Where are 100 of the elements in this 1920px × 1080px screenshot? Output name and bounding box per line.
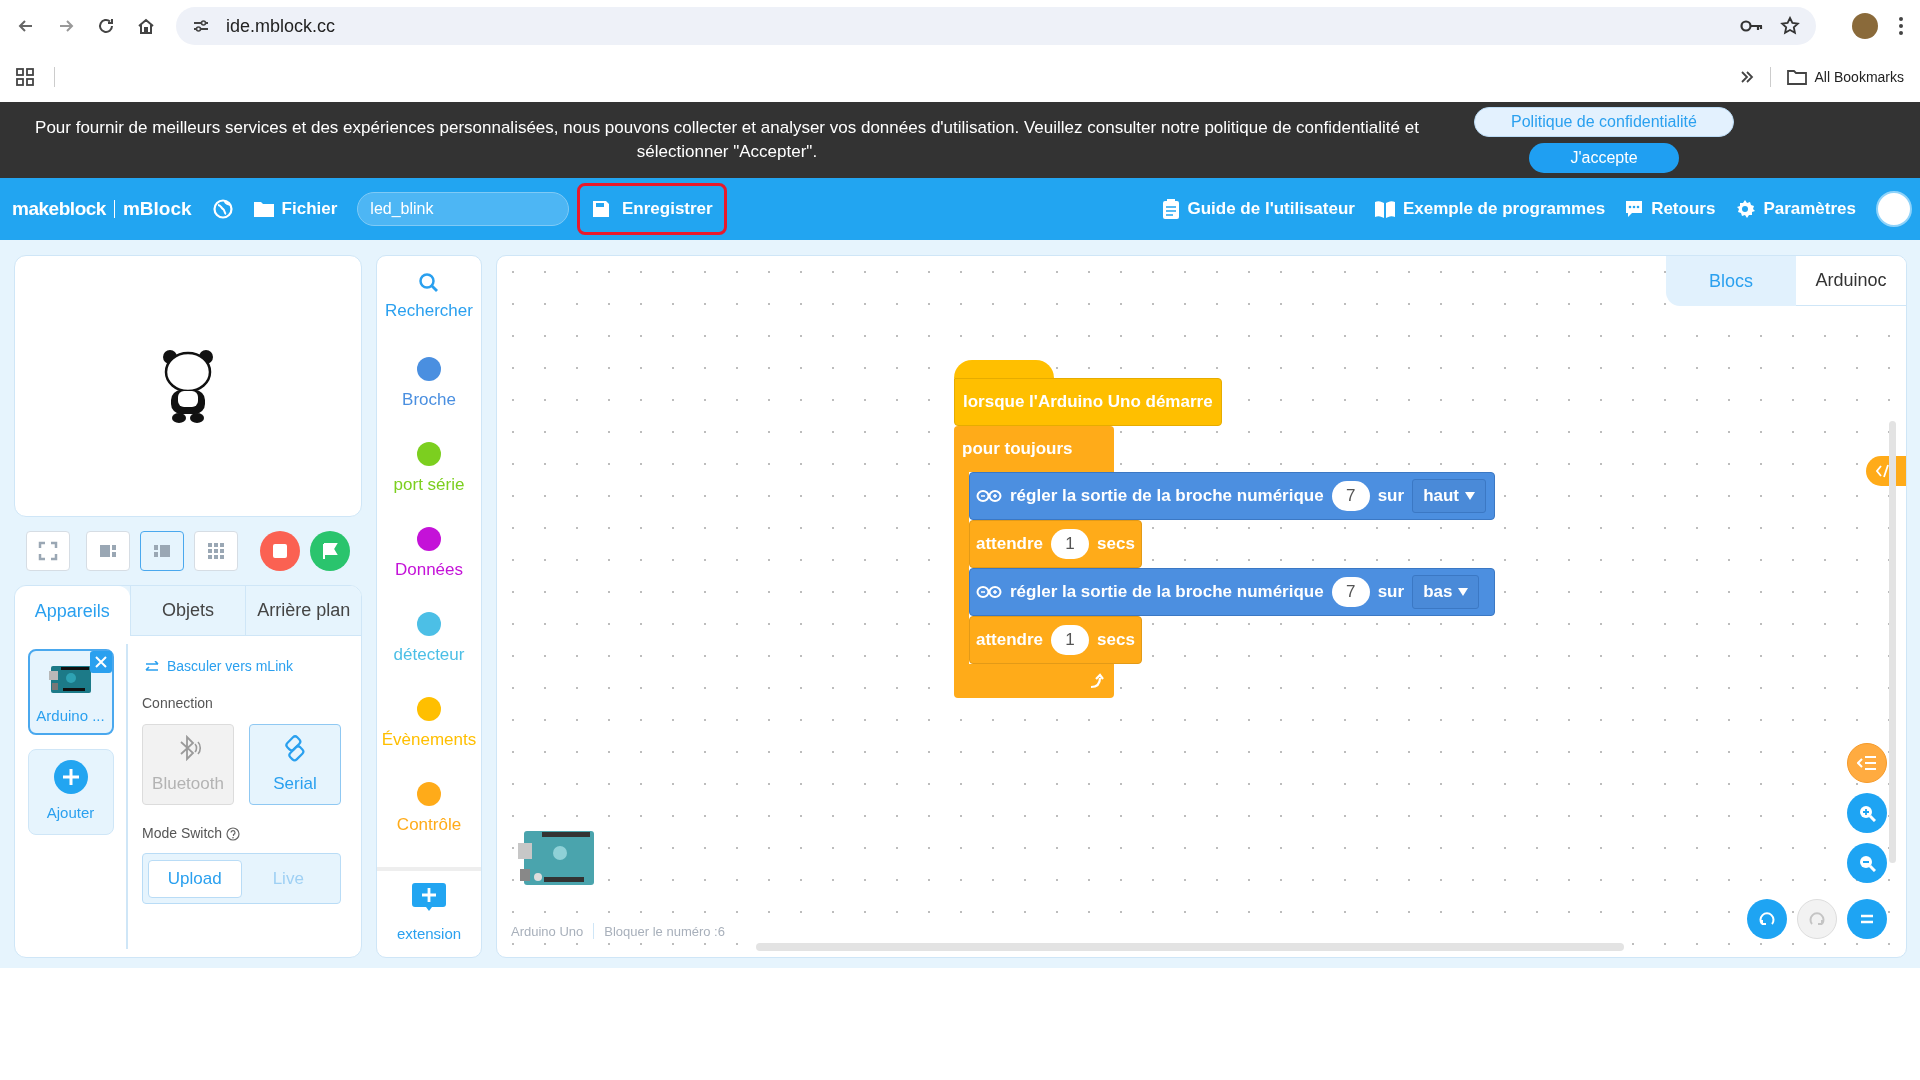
category-item[interactable]: port série bbox=[393, 472, 465, 498]
apps-grid-icon[interactable] bbox=[16, 68, 34, 86]
help-icon[interactable] bbox=[226, 826, 241, 841]
key-icon[interactable] bbox=[1740, 18, 1764, 34]
header-link[interactable]: Retours bbox=[1625, 196, 1716, 222]
globe-icon[interactable] bbox=[211, 198, 234, 220]
category-item[interactable]: Contrôle bbox=[396, 812, 462, 838]
folder-icon bbox=[253, 201, 274, 217]
number-input[interactable]: 7 bbox=[1331, 481, 1370, 511]
star-icon[interactable] bbox=[1780, 16, 1800, 36]
address-bar[interactable]: ide.mblock.cc bbox=[176, 7, 1816, 45]
editor-tab[interactable]: Arduinoc bbox=[1796, 256, 1906, 306]
zoom-in-icon bbox=[1858, 804, 1876, 822]
block-text: attendre bbox=[976, 533, 1044, 556]
collapse-button[interactable] bbox=[1847, 743, 1887, 783]
user-avatar[interactable] bbox=[1876, 191, 1912, 227]
block-text: sur bbox=[1377, 581, 1405, 604]
profile-avatar[interactable] bbox=[1852, 13, 1878, 39]
undo-icon bbox=[1758, 910, 1776, 928]
horizontal-scrollbar[interactable] bbox=[756, 943, 1624, 951]
device-name: Arduino Uno bbox=[511, 922, 584, 941]
infinity-icon bbox=[976, 489, 1002, 503]
zoom-out-button[interactable] bbox=[1847, 843, 1887, 883]
grid-layout-icon bbox=[205, 540, 227, 562]
close-icon[interactable] bbox=[89, 651, 112, 673]
vertical-scrollbar[interactable] bbox=[1889, 421, 1896, 863]
search-icon bbox=[418, 272, 440, 294]
device-card[interactable]: Arduino ... bbox=[27, 649, 114, 735]
mode-option[interactable]: Upload bbox=[148, 859, 242, 898]
dropdown[interactable]: haut bbox=[1412, 479, 1486, 513]
header-link[interactable]: Exemple de programmes bbox=[1374, 196, 1606, 222]
header-link[interactable]: Paramètres bbox=[1735, 196, 1856, 222]
layout-button[interactable] bbox=[140, 531, 184, 571]
category-item[interactable]: détecteur bbox=[393, 642, 465, 668]
reload-icon[interactable] bbox=[96, 16, 116, 36]
hat-block[interactable]: lorsque l'Arduino Uno démarre bbox=[954, 378, 1222, 426]
project-name-field[interactable]: led_blink bbox=[357, 192, 570, 226]
save-button[interactable]: Enregistrer bbox=[577, 183, 728, 235]
run-button[interactable] bbox=[310, 531, 350, 571]
menu-icon[interactable] bbox=[1898, 16, 1904, 36]
code-block[interactable]: attendre 1 secs bbox=[969, 616, 1142, 664]
category-item[interactable]: Évènements bbox=[381, 727, 477, 753]
category-item[interactable]: Données bbox=[394, 557, 464, 583]
device-label: Arduino ... bbox=[36, 705, 105, 726]
hat-block-cap[interactable] bbox=[954, 360, 1054, 378]
caret-icon bbox=[1465, 492, 1475, 500]
extension-button[interactable]: extension bbox=[377, 867, 481, 957]
number-input[interactable]: 1 bbox=[1051, 529, 1090, 559]
code-block[interactable]: attendre 1 secs bbox=[969, 520, 1142, 568]
stop-button[interactable] bbox=[260, 531, 300, 571]
connection-label: Connection bbox=[142, 694, 214, 713]
category-item[interactable]: Broche bbox=[402, 387, 456, 413]
loop-block[interactable]: pour toujours régler la sortie de la broche numérique 7 sur haut attendre 1 secs régler la sortie de la broche numérique 7 sur bas attendre 1 secs bbox=[954, 426, 1495, 698]
save-icon bbox=[592, 200, 610, 218]
outdent-icon bbox=[1857, 755, 1877, 771]
stop-icon bbox=[273, 544, 287, 558]
site-info-icon[interactable] bbox=[192, 17, 210, 35]
dropdown[interactable]: bas bbox=[1412, 575, 1480, 609]
brand-logo: makeblock bbox=[12, 196, 106, 221]
number-input[interactable]: 1 bbox=[1051, 625, 1090, 655]
code-block[interactable]: régler la sortie de la broche numérique 7 sur bas bbox=[969, 568, 1495, 616]
connection-option[interactable]: Serial bbox=[249, 724, 341, 805]
sprite-tab[interactable]: Objets bbox=[129, 586, 246, 636]
file-menu[interactable]: Fichier bbox=[253, 196, 338, 222]
bookmarks-folder[interactable]: All Bookmarks bbox=[1786, 66, 1904, 88]
swap-icon bbox=[145, 660, 159, 673]
block-text: régler la sortie de la broche numérique bbox=[1010, 581, 1324, 604]
home-icon[interactable] bbox=[136, 16, 156, 36]
sprite-tab[interactable]: Appareils bbox=[15, 586, 130, 636]
equals-icon bbox=[1860, 914, 1874, 924]
cookie-message: Pour fournir de meilleurs services et des expériences personnalisées, nous pouvons collecter et analyser vos données d'utilisation. Veuillez consulter notre politique de confidentialité et sélectionner "Accepter". bbox=[34, 117, 1420, 163]
add-extension-icon bbox=[412, 882, 446, 911]
add-device-button[interactable]: Ajouter bbox=[27, 749, 114, 835]
caret-icon bbox=[1458, 588, 1469, 596]
editor-tab[interactable]: Blocs bbox=[1666, 256, 1796, 306]
search-category[interactable]: Rechercher bbox=[385, 272, 473, 357]
zoom-in-button[interactable] bbox=[1847, 793, 1887, 833]
plus-icon bbox=[53, 759, 88, 794]
number-input[interactable]: 7 bbox=[1331, 577, 1370, 607]
loop-arrow-icon bbox=[1088, 673, 1104, 689]
redo-icon bbox=[1808, 910, 1826, 928]
block-text: attendre bbox=[976, 629, 1044, 652]
chat-icon bbox=[1625, 200, 1644, 218]
code-block[interactable]: régler la sortie de la broche numérique 7 sur haut bbox=[969, 472, 1495, 520]
mode-option[interactable]: Live bbox=[241, 859, 335, 898]
block-text: pour toujours bbox=[962, 438, 1073, 461]
switch-link[interactable]: Basculer vers mLink bbox=[145, 656, 349, 677]
sprite-tab[interactable]: Arrière plan bbox=[245, 586, 361, 636]
zoom-out-icon bbox=[1858, 854, 1876, 872]
redo-button[interactable] bbox=[1797, 899, 1837, 939]
chevrons-icon[interactable] bbox=[1739, 70, 1754, 84]
privacy-policy-button[interactable]: Politique de confidentialité bbox=[1474, 107, 1734, 137]
block-count: Bloquer le numéro :6 bbox=[604, 922, 725, 941]
header-link[interactable]: Guide de l'utilisateur bbox=[1163, 196, 1355, 222]
reset-zoom-button[interactable] bbox=[1847, 899, 1887, 939]
settings-icon bbox=[1735, 199, 1756, 219]
clipboard-icon bbox=[1163, 199, 1180, 219]
accept-button[interactable]: J'accepte bbox=[1529, 143, 1679, 173]
block-text: secs bbox=[1097, 533, 1135, 556]
undo-button[interactable] bbox=[1747, 899, 1787, 939]
